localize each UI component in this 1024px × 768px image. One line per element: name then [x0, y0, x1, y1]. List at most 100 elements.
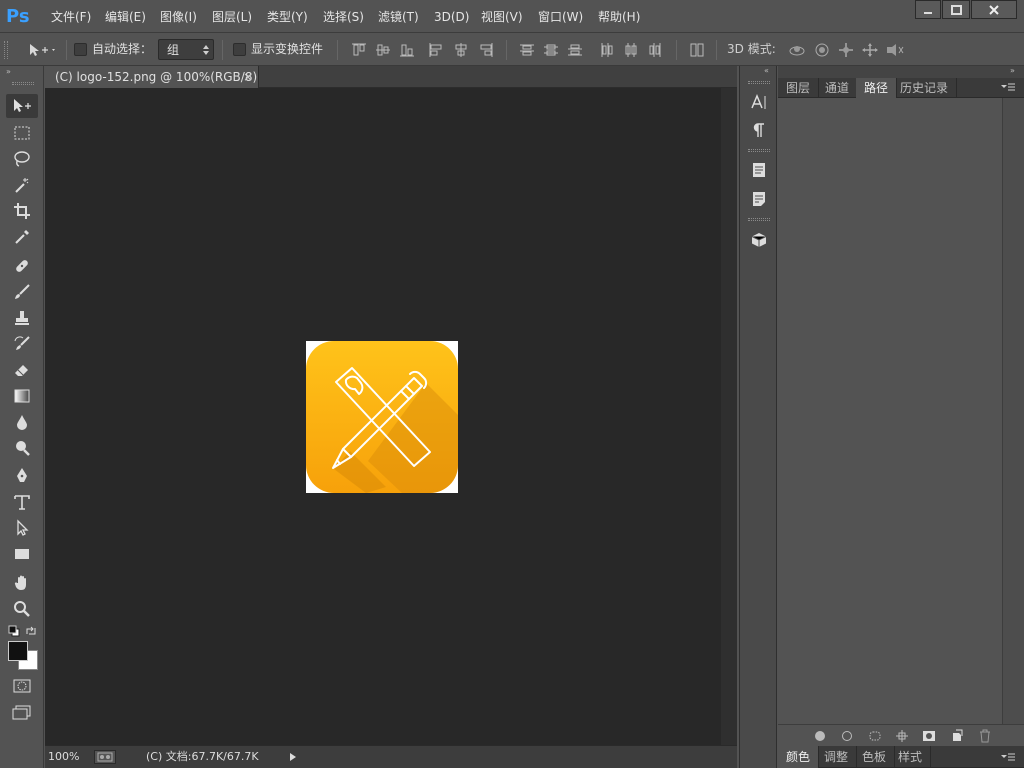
clone-stamp-tool[interactable] — [6, 306, 38, 330]
zoom-level[interactable]: 100% — [48, 749, 88, 765]
default-colors-button[interactable] — [8, 625, 20, 637]
eraser-tool[interactable] — [6, 358, 38, 382]
marquee-tool[interactable] — [6, 121, 38, 145]
hand-tool[interactable] — [6, 571, 38, 595]
distribute-right-button[interactable] — [646, 41, 664, 59]
paragraph-styles-button[interactable] — [744, 187, 774, 211]
tab-adjustments[interactable]: 调整 — [816, 746, 858, 768]
move-tool-preset-picker[interactable] — [22, 40, 62, 60]
collapse-toolbox-icon[interactable]: » — [6, 68, 16, 76]
make-work-path-button[interactable] — [891, 725, 913, 747]
add-mask-button[interactable] — [918, 725, 940, 747]
screen-mode-button[interactable] — [6, 700, 38, 724]
panel-menu-icon[interactable] — [1000, 82, 1016, 92]
toolbox-grip[interactable] — [12, 82, 34, 85]
history-brush-tool[interactable] — [6, 332, 38, 356]
delete-path-button[interactable] — [974, 725, 996, 747]
tab-paths[interactable]: 路径 — [856, 78, 898, 98]
tab-color[interactable]: 颜色 — [778, 746, 820, 768]
3d-rotate-button[interactable] — [787, 41, 807, 59]
menu-window[interactable]: 窗口(W) — [534, 6, 587, 28]
tab-channels[interactable]: 通道 — [817, 78, 859, 98]
menu-type[interactable]: 类型(Y) — [263, 6, 312, 28]
expand-dock-icon[interactable]: « — [764, 67, 769, 75]
distribute-bottom-button[interactable] — [566, 41, 584, 59]
distribute-top-button[interactable] — [518, 41, 536, 59]
brush-tool[interactable] — [6, 280, 38, 304]
show-transform-checkbox[interactable] — [233, 43, 246, 56]
dodge-tool[interactable] — [6, 436, 38, 460]
distribute-vcenter-button[interactable] — [542, 41, 560, 59]
crop-tool[interactable] — [6, 199, 38, 223]
distribute-hcenter-button[interactable] — [622, 41, 640, 59]
align-right-button[interactable] — [477, 41, 495, 59]
character-panel-button[interactable] — [744, 90, 774, 114]
canvas-area[interactable] — [45, 88, 721, 745]
fill-path-button[interactable] — [809, 725, 831, 747]
menu-help[interactable]: 帮助(H) — [594, 6, 644, 28]
tab-history[interactable]: 历史记录 — [892, 78, 958, 98]
character-styles-button[interactable] — [744, 158, 774, 182]
magic-wand-tool[interactable] — [6, 173, 38, 197]
tab-styles[interactable]: 样式 — [890, 746, 932, 768]
status-preview-button[interactable] — [94, 750, 116, 764]
load-path-selection-button[interactable] — [864, 725, 886, 747]
auto-select-checkbox[interactable] — [74, 43, 87, 56]
3d-pan-button[interactable] — [836, 41, 856, 59]
blur-tool[interactable] — [6, 410, 38, 434]
foreground-color-swatch[interactable] — [8, 641, 28, 661]
menu-layer[interactable]: 图层(L) — [208, 6, 256, 28]
menu-image[interactable]: 图像(I) — [156, 6, 201, 28]
move-tool[interactable] — [6, 94, 38, 118]
options-grip[interactable] — [4, 41, 8, 59]
menu-3d[interactable]: 3D(D) — [430, 6, 473, 28]
align-hcenter-button[interactable] — [452, 41, 470, 59]
zoom-tool[interactable] — [6, 597, 38, 621]
dock-grip[interactable] — [748, 218, 770, 221]
3d-panel-button[interactable] — [744, 228, 774, 252]
document-image[interactable] — [306, 341, 458, 493]
paragraph-panel-button[interactable] — [744, 118, 774, 142]
document-tab[interactable]: (C) logo-152.png @ 100%(RGB/8) × — [45, 66, 259, 88]
menu-view[interactable]: 视图(V) — [477, 6, 527, 28]
type-tool[interactable] — [6, 490, 38, 514]
close-button[interactable] — [971, 0, 1017, 19]
collapse-panels-icon[interactable]: » — [1010, 67, 1015, 75]
paths-panel-scrollbar[interactable] — [1002, 98, 1024, 724]
lasso-tool[interactable] — [6, 147, 38, 171]
maximize-button[interactable] — [942, 0, 970, 19]
vertical-scrollbar[interactable] — [721, 88, 737, 745]
align-left-button[interactable] — [427, 41, 445, 59]
align-top-button[interactable] — [350, 41, 368, 59]
auto-select-dropdown[interactable]: 组 — [158, 39, 214, 60]
pen-tool[interactable] — [6, 464, 38, 488]
app-logo[interactable]: Ps — [6, 4, 36, 29]
menu-filter[interactable]: 滤镜(T) — [374, 6, 423, 28]
bottom-panel-menu-icon[interactable] — [1000, 752, 1016, 762]
tab-swatches[interactable]: 色板 — [854, 746, 896, 768]
menu-edit[interactable]: 编辑(E) — [101, 6, 150, 28]
align-bottom-button[interactable] — [398, 41, 416, 59]
dock-grip[interactable] — [748, 149, 770, 152]
align-vcenter-button[interactable] — [374, 41, 392, 59]
distribute-left-button[interactable] — [598, 41, 616, 59]
3d-slide-button[interactable] — [860, 41, 880, 59]
gradient-tool[interactable] — [6, 384, 38, 408]
minimize-button[interactable] — [915, 0, 941, 19]
close-tab-icon[interactable]: × — [243, 66, 253, 88]
stroke-path-button[interactable] — [836, 725, 858, 747]
quick-mask-button[interactable] — [6, 674, 38, 698]
menu-select[interactable]: 选择(S) — [319, 6, 368, 28]
eyedropper-tool[interactable] — [6, 225, 38, 249]
swap-colors-button[interactable] — [25, 625, 37, 637]
menu-file[interactable]: 文件(F) — [47, 6, 95, 28]
rectangle-tool[interactable] — [6, 542, 38, 566]
path-selection-tool[interactable] — [6, 516, 38, 540]
new-path-button[interactable] — [946, 725, 968, 747]
tab-layers[interactable]: 图层 — [778, 78, 820, 98]
healing-brush-tool[interactable] — [6, 254, 38, 278]
3d-scale-button[interactable] — [884, 41, 906, 59]
auto-align-layers-button[interactable] — [688, 41, 706, 59]
dock-grip[interactable] — [748, 81, 770, 84]
3d-roll-button[interactable] — [812, 41, 832, 59]
